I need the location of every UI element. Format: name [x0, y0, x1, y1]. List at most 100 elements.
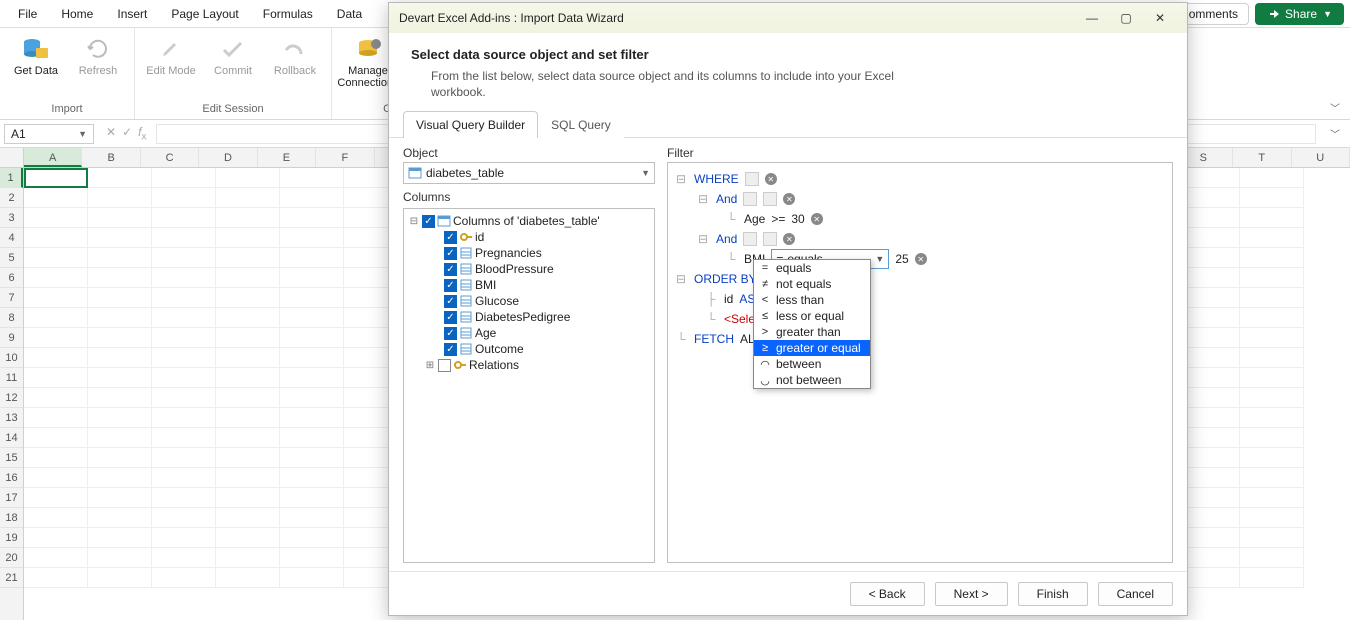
cell[interactable] [24, 228, 88, 248]
cell[interactable] [1240, 488, 1304, 508]
manage-connections-button[interactable]: Manage Connections [342, 32, 394, 89]
cell[interactable] [216, 168, 280, 188]
delete-icon[interactable]: ✕ [915, 253, 927, 265]
column-item[interactable]: ✓DiabetesPedigree [406, 309, 652, 325]
add-group-icon[interactable] [763, 192, 777, 206]
cell[interactable] [88, 288, 152, 308]
row-header[interactable]: 13 [0, 408, 23, 428]
refresh-button[interactable]: Refresh [72, 32, 124, 77]
edit-mode-button[interactable]: Edit Mode [145, 32, 197, 77]
cell[interactable] [152, 488, 216, 508]
row-header[interactable]: 20 [0, 548, 23, 568]
row-header[interactable]: 16 [0, 468, 23, 488]
ribbon-tab-home[interactable]: Home [49, 3, 105, 25]
name-box[interactable]: A1 ▼ [4, 124, 94, 144]
add-group-icon[interactable] [763, 232, 777, 246]
columns-root[interactable]: ⊟ ✓ Columns of 'diabetes_table' [406, 213, 652, 229]
cell[interactable] [88, 508, 152, 528]
row-header[interactable]: 7 [0, 288, 23, 308]
cell[interactable] [1240, 228, 1304, 248]
cell[interactable] [1240, 428, 1304, 448]
column-header[interactable]: U [1292, 148, 1350, 167]
cell[interactable] [88, 308, 152, 328]
cell[interactable] [216, 228, 280, 248]
row-header[interactable]: 14 [0, 428, 23, 448]
maximize-button[interactable]: ▢ [1109, 7, 1143, 29]
column-item[interactable]: ✓Glucose [406, 293, 652, 309]
operator-option[interactable]: <less than [754, 292, 870, 308]
cell[interactable] [1240, 208, 1304, 228]
cell[interactable] [216, 368, 280, 388]
cell[interactable] [1240, 268, 1304, 288]
cell[interactable] [88, 168, 152, 188]
ribbon-tab-formulas[interactable]: Formulas [251, 3, 325, 25]
cell[interactable] [280, 228, 344, 248]
cell[interactable] [1240, 468, 1304, 488]
value-bmi[interactable]: 25 [895, 252, 908, 266]
rollback-button[interactable]: Rollback [269, 32, 321, 77]
cell[interactable] [88, 408, 152, 428]
row-header[interactable]: 6 [0, 268, 23, 288]
checkbox[interactable]: ✓ [444, 263, 457, 276]
cell[interactable] [216, 188, 280, 208]
get-data-button[interactable]: Get Data [10, 32, 62, 77]
cell[interactable] [152, 528, 216, 548]
cell[interactable] [216, 208, 280, 228]
cell[interactable] [24, 488, 88, 508]
cell[interactable] [24, 268, 88, 288]
operator-option[interactable]: ≠not equals [754, 276, 870, 292]
cell[interactable] [280, 308, 344, 328]
cell[interactable] [216, 508, 280, 528]
cell[interactable] [216, 328, 280, 348]
cell[interactable] [280, 328, 344, 348]
operator-option[interactable]: ◡not between [754, 372, 870, 388]
column-item[interactable]: ✓Pregnancies [406, 245, 652, 261]
cell[interactable] [216, 288, 280, 308]
column-header[interactable]: T [1233, 148, 1291, 167]
cell[interactable] [88, 468, 152, 488]
delete-icon[interactable]: ✕ [811, 213, 823, 225]
checkbox[interactable]: ✓ [444, 327, 457, 340]
row-header[interactable]: 18 [0, 508, 23, 528]
cell[interactable] [24, 188, 88, 208]
column-header[interactable]: D [199, 148, 257, 167]
cell[interactable] [152, 168, 216, 188]
row-header[interactable]: 11 [0, 368, 23, 388]
row-header[interactable]: 2 [0, 188, 23, 208]
cell[interactable] [152, 188, 216, 208]
cell[interactable] [152, 348, 216, 368]
cell[interactable] [216, 388, 280, 408]
cancel-button[interactable]: Cancel [1098, 582, 1173, 606]
cell[interactable] [1240, 568, 1304, 588]
column-item[interactable]: ✓Age [406, 325, 652, 341]
operator-option[interactable]: ≥greater or equal [754, 340, 870, 356]
row-header[interactable]: 19 [0, 528, 23, 548]
cell[interactable] [24, 508, 88, 528]
tab-visual-query-builder[interactable]: Visual Query Builder [403, 111, 538, 138]
close-button[interactable]: ✕ [1143, 7, 1177, 29]
operator-option[interactable]: >greater than [754, 324, 870, 340]
cell[interactable] [88, 268, 152, 288]
cell[interactable] [280, 528, 344, 548]
checkbox[interactable]: ✓ [444, 247, 457, 260]
cell[interactable] [88, 248, 152, 268]
cell[interactable] [88, 488, 152, 508]
cell[interactable] [280, 288, 344, 308]
cell[interactable] [216, 428, 280, 448]
column-header[interactable]: A [24, 148, 82, 167]
cell[interactable] [280, 168, 344, 188]
cell[interactable] [280, 408, 344, 428]
finish-button[interactable]: Finish [1018, 582, 1088, 606]
cell[interactable] [216, 248, 280, 268]
row-header[interactable]: 3 [0, 208, 23, 228]
cell[interactable] [280, 568, 344, 588]
cell[interactable] [24, 208, 88, 228]
checkbox[interactable]: ✓ [444, 343, 457, 356]
cell[interactable] [88, 228, 152, 248]
row-header[interactable]: 10 [0, 348, 23, 368]
row-header[interactable]: 9 [0, 328, 23, 348]
cell[interactable] [152, 548, 216, 568]
cell[interactable] [152, 428, 216, 448]
checkbox[interactable]: ✓ [444, 231, 457, 244]
cell[interactable] [280, 248, 344, 268]
